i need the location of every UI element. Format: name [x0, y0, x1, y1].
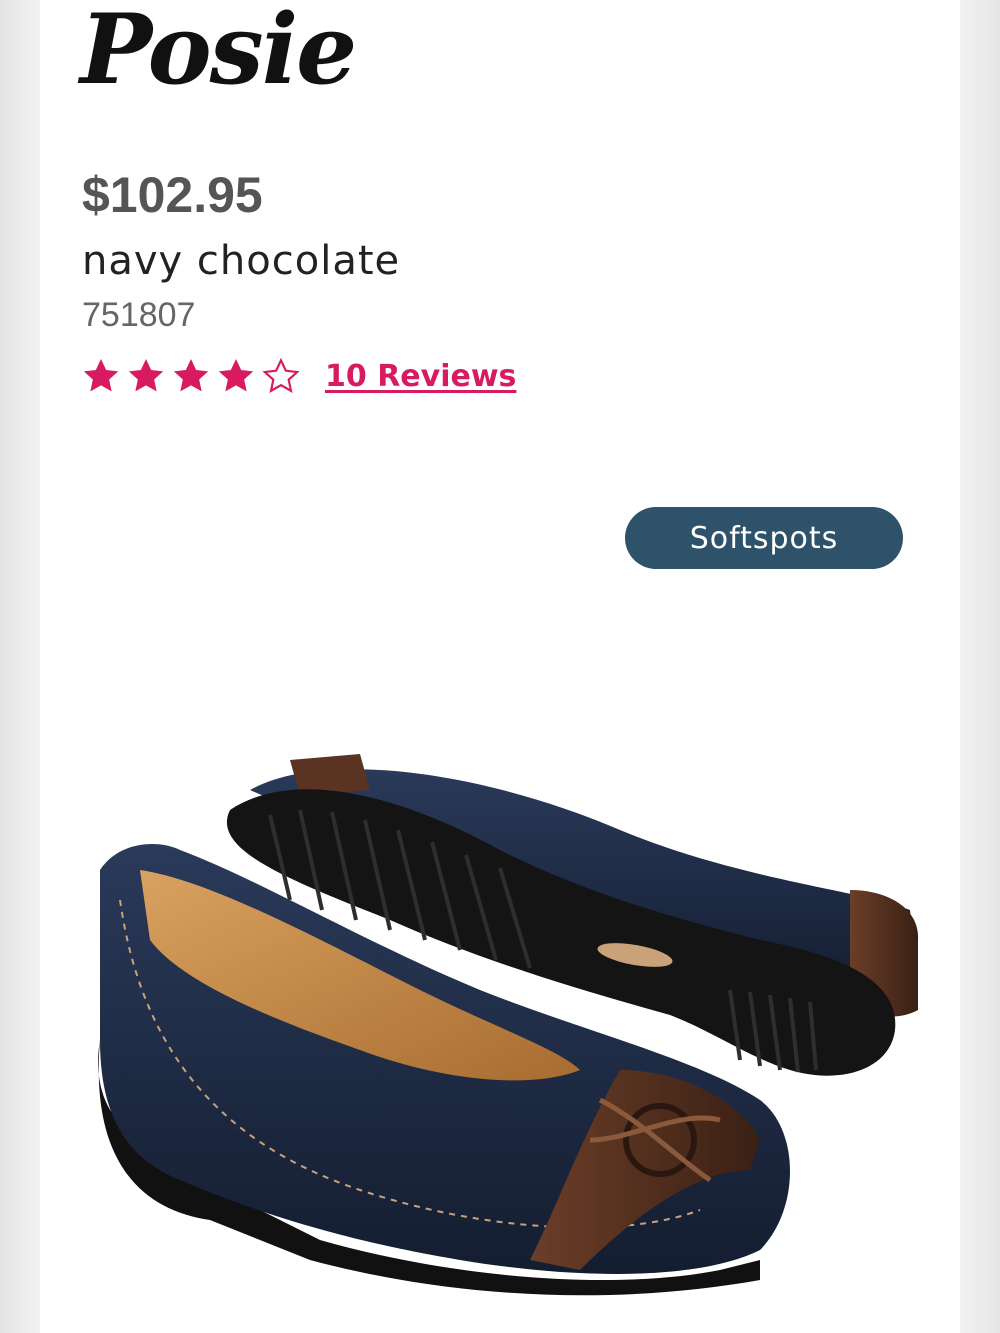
product-page: Posie $102.95 navy chocolate 751807 10 R… — [40, 0, 960, 1333]
star-filled-icon — [173, 359, 209, 392]
rating-row: 10 Reviews — [80, 356, 516, 396]
product-sku: 751807 — [82, 296, 196, 334]
product-image[interactable] — [60, 740, 940, 1300]
product-price: $102.95 — [82, 167, 263, 223]
background-left-edge — [0, 0, 40, 1333]
star-filled-icon — [218, 359, 254, 392]
star-filled-icon — [128, 359, 164, 392]
product-color: navy chocolate — [82, 238, 401, 284]
background-right-edge — [960, 0, 1000, 1333]
reviews-link[interactable]: 10 Reviews — [325, 359, 516, 394]
brand-badge[interactable]: Softspots — [625, 507, 903, 569]
product-title: Posie — [80, 0, 357, 106]
star-empty-icon — [262, 357, 300, 393]
star-filled-icon — [83, 359, 119, 392]
